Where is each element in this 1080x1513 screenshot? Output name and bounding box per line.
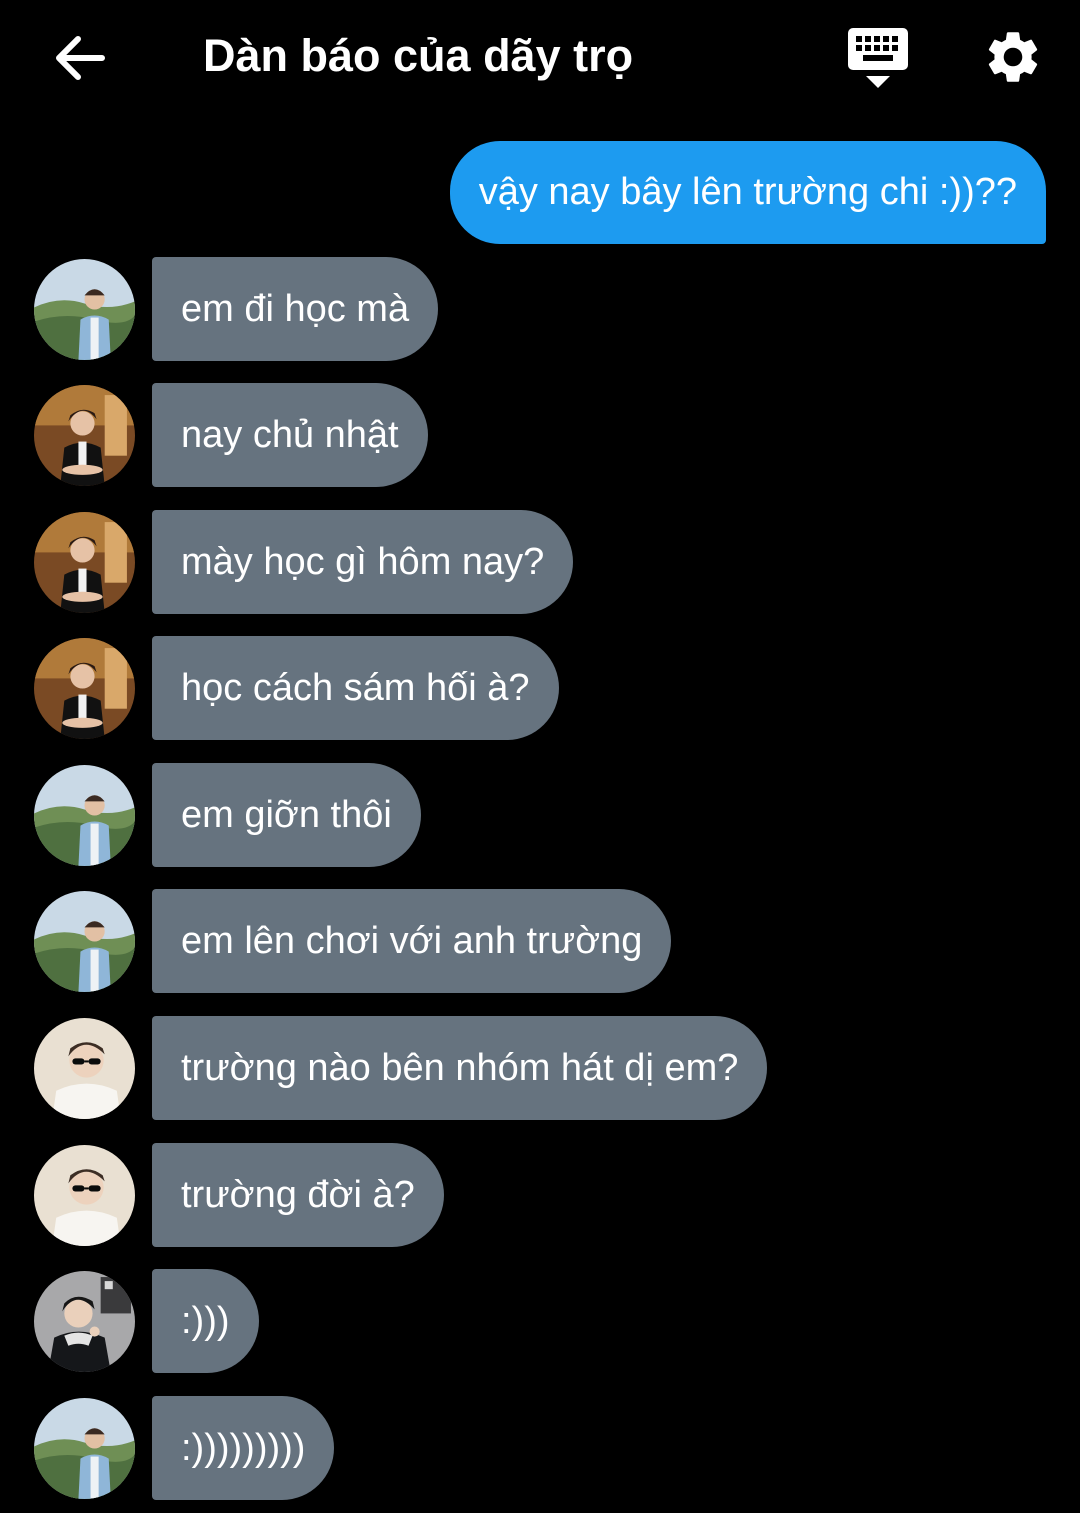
keyboard-toggle-button[interactable] xyxy=(846,26,910,92)
message-row: :))) xyxy=(0,1269,1080,1373)
message-row: em đi học mà xyxy=(0,257,1080,361)
incoming-message-bubble[interactable]: mày học gì hôm nay? xyxy=(152,510,574,614)
incoming-message-bubble[interactable]: :))))))))) xyxy=(152,1396,335,1500)
arrow-left-icon xyxy=(56,36,105,80)
chat-header: Dàn báo của dãy trọ xyxy=(0,0,1080,112)
avatar[interactable] xyxy=(34,1271,135,1372)
incoming-message-bubble[interactable]: học cách sám hối à? xyxy=(152,636,559,740)
incoming-message-bubble[interactable]: trường đời à? xyxy=(152,1143,444,1247)
incoming-message-bubble[interactable]: em đi học mà xyxy=(152,257,439,361)
message-row: nay chủ nhật xyxy=(0,383,1080,487)
incoming-message-bubble[interactable]: trường nào bên nhóm hát dị em? xyxy=(152,1016,768,1120)
message-row: học cách sám hối à? xyxy=(0,636,1080,740)
incoming-message-bubble[interactable]: em lên chơi với anh trường xyxy=(152,889,672,993)
avatar[interactable] xyxy=(34,1145,135,1246)
avatar[interactable] xyxy=(34,385,135,486)
incoming-message-bubble[interactable]: em giỡn thôi xyxy=(152,763,421,867)
avatar[interactable] xyxy=(34,891,135,992)
message-row: trường nào bên nhóm hát dị em? xyxy=(0,1016,1080,1120)
avatar[interactable] xyxy=(34,259,135,360)
settings-button[interactable] xyxy=(982,26,1044,88)
gear-icon xyxy=(988,32,1038,82)
message-row: :))))))))) xyxy=(0,1396,1080,1500)
message-row: mày học gì hôm nay? xyxy=(0,510,1080,614)
back-button[interactable] xyxy=(50,28,110,88)
outgoing-message-bubble[interactable]: vậy nay bây lên trường chi :))?? xyxy=(449,141,1046,244)
avatar[interactable] xyxy=(34,512,135,613)
avatar[interactable] xyxy=(34,638,135,739)
message-row: em giỡn thôi xyxy=(0,763,1080,867)
keyboard-hide-icon xyxy=(848,28,908,88)
chat-screen: Dàn báo của dãy trọ vậy nay bây lên trườ… xyxy=(0,0,1080,1513)
avatar[interactable] xyxy=(34,765,135,866)
message-row: em lên chơi với anh trường xyxy=(0,889,1080,993)
message-row: trường đời à? xyxy=(0,1143,1080,1247)
incoming-message-bubble[interactable]: :))) xyxy=(152,1269,259,1373)
avatar[interactable] xyxy=(34,1018,135,1119)
incoming-message-bubble[interactable]: nay chủ nhật xyxy=(152,383,428,487)
chat-title: Dàn báo của dãy trọ xyxy=(203,30,634,81)
avatar[interactable] xyxy=(34,1398,135,1499)
